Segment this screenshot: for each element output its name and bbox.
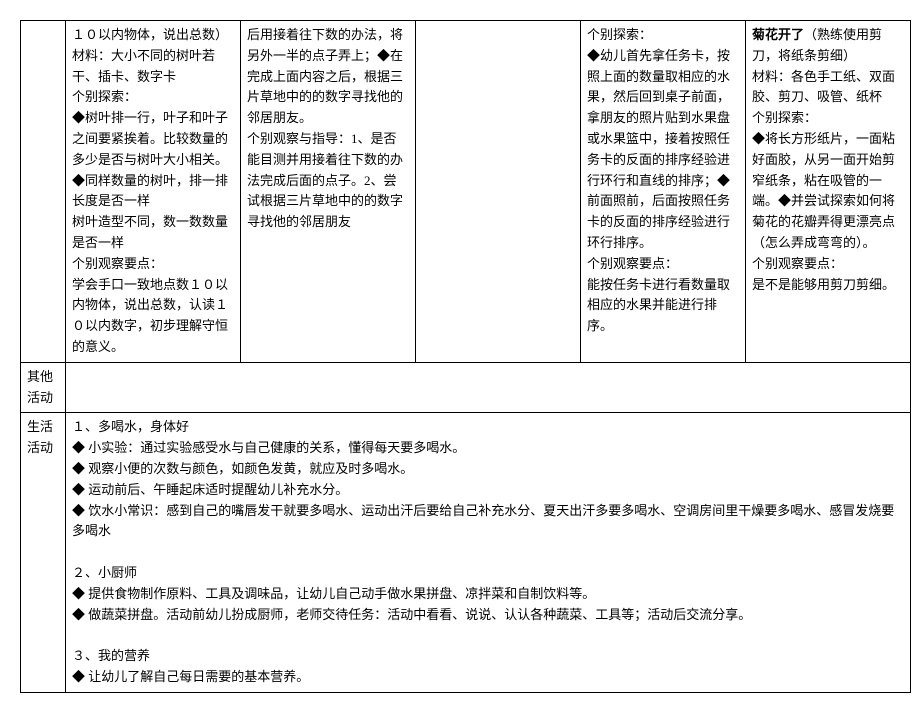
cell5-title: 菊花开了 (752, 27, 804, 42)
section2-bullet2: ◆ 做蔬菜拼盘。活动前幼儿扮成厨师，老师交待任务：活动中看看、说说、认认各种蔬菜… (72, 605, 904, 626)
section2-title: ２、小厨师 (72, 563, 904, 584)
activity-content-row: １０以内物体，说出总数） 材料：大小不同的树叶若干、插卡、数字卡 个别探索： ◆… (21, 21, 911, 363)
content-cell-1: １０以内物体，说出总数） 材料：大小不同的树叶若干、插卡、数字卡 个别探索： ◆… (66, 21, 241, 363)
row-label-cell (21, 21, 66, 363)
section1-bullet2: ◆ 观察小便的次数与颜色，如颜色发黄，就应及时多喝水。 (72, 459, 904, 480)
cell5-body: 材料：各色手工纸、双面胶、剪刀、吸管、纸杯 个别探索： ◆将长方形纸片，一面粘好… (752, 69, 895, 292)
content-cell-2: 后用接着往下数的办法，将另外一半的点子弄上；◆在完成上面内容之后，根据三片草地中… (241, 21, 416, 363)
section1-bullet4: ◆ 饮水小常识：感到自己的嘴唇发干就要多喝水、运动出汗后要给自己补充水分、夏天出… (72, 501, 904, 543)
content-cell-5: 菊花开了（熟练使用剪刀，将纸条剪细） 材料：各色手工纸、双面胶、剪刀、吸管、纸杯… (746, 21, 911, 363)
section1-title: １、多喝水，身体好 (72, 417, 904, 438)
section3-bullet1: ◆ 让幼儿了解自己每日需要的基本营养。 (72, 667, 904, 688)
section3-title: ３、我的营养 (72, 646, 904, 667)
cell4-text: 个别探索： ◆幼儿首先拿任务卡，按照上面的数量取相应的水果，然后回到桌子前面，拿… (587, 27, 730, 333)
section1-bullet1: ◆ 小实验：通过实验感受水与自己健康的关系，懂得每天要多喝水。 (72, 438, 904, 459)
content-cell-3 (416, 21, 581, 363)
life-activities-row: 生活活动 １、多喝水，身体好 ◆ 小实验：通过实验感受水与自己健康的关系，懂得每… (21, 413, 911, 692)
other-activities-content (66, 362, 911, 413)
section1-bullet3: ◆ 运动前后、午睡起床适时提醒幼儿补充水分。 (72, 480, 904, 501)
other-activities-row: 其他活动 (21, 362, 911, 413)
life-activities-content: １、多喝水，身体好 ◆ 小实验：通过实验感受水与自己健康的关系，懂得每天要多喝水… (66, 413, 911, 692)
content-cell-4: 个别探索： ◆幼儿首先拿任务卡，按照上面的数量取相应的水果，然后回到桌子前面，拿… (581, 21, 746, 363)
section2-bullet1: ◆ 提供食物制作原料、工具及调味品，让幼儿自己动手做水果拼盘、凉拌菜和自制饮料等… (72, 584, 904, 605)
life-activities-label: 生活活动 (21, 413, 66, 692)
document-table: １０以内物体，说出总数） 材料：大小不同的树叶若干、插卡、数字卡 个别探索： ◆… (20, 20, 911, 693)
cell1-text: １０以内物体，说出总数） 材料：大小不同的树叶若干、插卡、数字卡 个别探索： ◆… (72, 27, 228, 354)
cell2-text: 后用接着往下数的办法，将另外一半的点子弄上；◆在完成上面内容之后，根据三片草地中… (247, 27, 403, 229)
other-activities-label: 其他活动 (21, 362, 66, 413)
